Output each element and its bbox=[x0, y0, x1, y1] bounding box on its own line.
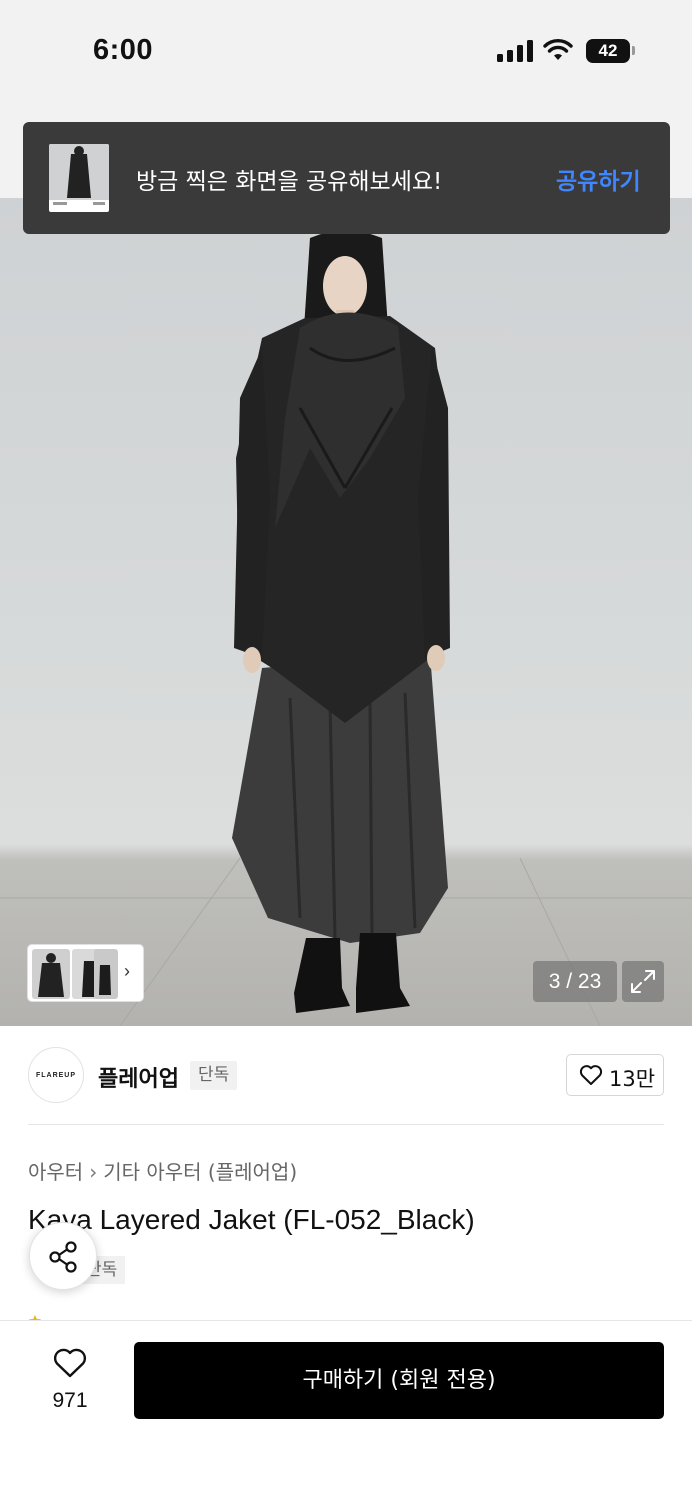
product-photo bbox=[0, 230, 692, 1026]
brand-like-count: 13만 bbox=[609, 1067, 656, 1091]
share-icon bbox=[49, 1241, 77, 1273]
thumbnail-strip[interactable]: › bbox=[27, 944, 144, 1002]
breadcrumb-item[interactable]: 아우터 bbox=[28, 1160, 83, 1184]
product-like-button[interactable]: 971 bbox=[40, 1345, 100, 1415]
heart-icon bbox=[579, 1065, 603, 1085]
toast-message: 방금 찍은 화면을 공유해보세요! bbox=[136, 169, 443, 195]
breadcrumb: 아우터 › 기타 아우터 (플레어업) bbox=[28, 1156, 297, 1185]
expand-button[interactable] bbox=[622, 961, 664, 1002]
chevron-right-icon: › bbox=[89, 1160, 98, 1184]
chevron-right-icon[interactable]: › bbox=[124, 961, 130, 982]
battery-level: 42 bbox=[598, 41, 618, 60]
product-title: Kaya Layered Jaket (FL-052_Black) bbox=[28, 1204, 475, 1235]
share-button[interactable] bbox=[29, 1222, 97, 1290]
brand-exclusive-badge: 단독 bbox=[190, 1061, 238, 1090]
cellular-signal-icon bbox=[497, 40, 533, 62]
rating-row-peek bbox=[28, 1312, 112, 1320]
thumbnail-image[interactable] bbox=[94, 949, 118, 999]
buy-button[interactable]: 구매하기 (회원 전용) bbox=[134, 1342, 664, 1419]
screenshot-share-toast: 방금 찍은 화면을 공유해보세요! 공유하기 bbox=[23, 122, 670, 234]
thumbnail-photo bbox=[38, 953, 64, 997]
breadcrumb-item[interactable]: 기타 아우터 (플레어업) bbox=[103, 1160, 297, 1184]
wifi-icon bbox=[543, 39, 573, 60]
status-time: 6:00 bbox=[93, 34, 154, 66]
brand-name[interactable]: 플레어업 bbox=[98, 1061, 179, 1093]
image-counter: 3 / 23 bbox=[533, 961, 617, 1002]
brand-like-button[interactable]: 13만 bbox=[566, 1054, 664, 1096]
brand-logo[interactable]: FLAREUP bbox=[28, 1047, 84, 1103]
thumbnail-image[interactable] bbox=[32, 949, 70, 999]
battery-tip bbox=[632, 46, 635, 55]
product-like-count: 971 bbox=[52, 1389, 88, 1412]
toast-share-button[interactable]: 공유하기 bbox=[556, 162, 641, 196]
battery-icon: 42 bbox=[586, 39, 630, 63]
expand-icon bbox=[631, 970, 655, 993]
thumbnail-photo bbox=[99, 965, 111, 995]
product-image-gallery[interactable]: › 3 / 23 bbox=[0, 198, 692, 1026]
divider bbox=[28, 1124, 664, 1125]
screenshot-thumbnail[interactable] bbox=[49, 144, 109, 212]
heart-icon bbox=[53, 1348, 87, 1378]
screenshot-preview-image bbox=[49, 144, 109, 205]
